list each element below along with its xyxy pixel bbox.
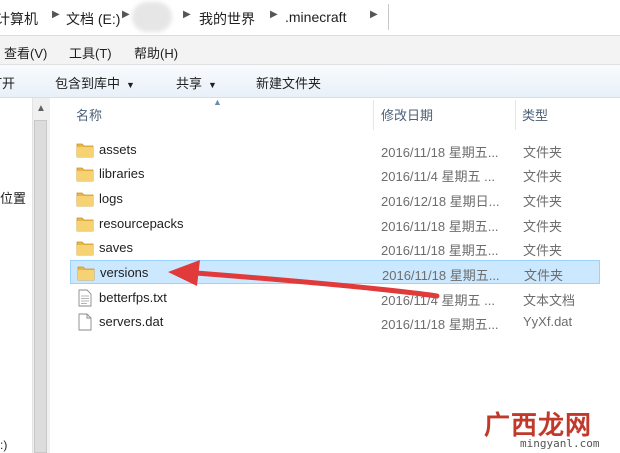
file-name: servers.dat (99, 314, 164, 329)
file-date: 2016/11/18 星期五... (381, 317, 499, 332)
file-type: 文本文档 (523, 293, 576, 308)
breadcrumb-computer[interactable]: 计算机 (0, 9, 38, 29)
chevron-down-icon: ▼ (208, 80, 217, 90)
file-name: assets (99, 142, 137, 157)
toolbar: 打开 包含到库中 ▼ 共享 ▼ 新建文件夹 (0, 65, 620, 98)
file-type: 文件夹 (523, 145, 563, 160)
share-button[interactable]: 共享 ▼ (176, 73, 217, 92)
file-date: 2016/11/18 星期五... (382, 268, 500, 283)
file-date: 2016/11/18 星期五... (381, 219, 499, 234)
file-date: 2016/11/18 星期五... (381, 243, 499, 258)
folder-icon (76, 143, 94, 158)
breadcrumb-separator-icon[interactable]: ▶ (122, 9, 130, 20)
file-date: 2016/11/4 星期五 ... (381, 169, 495, 184)
column-divider[interactable] (373, 100, 374, 130)
folder-icon (76, 241, 94, 256)
folder-icon (77, 266, 95, 281)
new-folder-button[interactable]: 新建文件夹 (256, 73, 321, 92)
column-header-date[interactable]: 修改日期 (381, 105, 433, 124)
breadcrumb-separator-icon[interactable]: ▶ (183, 9, 191, 20)
chevron-down-icon: ▼ (126, 80, 135, 90)
file-name: betterfps.txt (99, 290, 167, 305)
breadcrumb-my-world[interactable]: 我的世界 (199, 9, 255, 29)
breadcrumb-separator-icon[interactable]: ▶ (52, 9, 60, 20)
include-in-library-label: 包含到库中 (55, 76, 121, 91)
column-divider[interactable] (515, 100, 516, 130)
menu-tools[interactable]: 工具(T) (69, 43, 112, 62)
scroll-up-icon[interactable]: ▲ (36, 103, 46, 114)
table-row[interactable]: versions 2016/11/18 星期五... 文件夹 (70, 260, 600, 284)
blurred-region (132, 2, 172, 32)
table-row[interactable]: resourcepacks 2016/11/18 星期五... 文件夹 (70, 212, 600, 236)
file-type: 文件夹 (524, 268, 564, 283)
file-name: resourcepacks (99, 216, 184, 231)
open-button[interactable]: 打开 (0, 73, 15, 92)
nav-scrollbar-thumb[interactable] (34, 120, 47, 453)
file-type: 文件夹 (523, 243, 563, 258)
folder-icon (76, 217, 94, 232)
watermark-url: mingyanl.com (520, 437, 600, 450)
address-bar[interactable]: 计算机 ▶ 文档 (E:) ▶ ▶ 我的世界 ▶ .minecraft ▶ (0, 0, 620, 36)
file-type: YyXf.dat (523, 314, 573, 329)
file-date: 2016/11/18 星期五... (381, 145, 499, 160)
file-type: 文件夹 (523, 194, 563, 209)
file-date: 2016/11/4 星期五 ... (381, 293, 495, 308)
text-file-icon (78, 289, 92, 307)
column-header-name[interactable]: 名称 (76, 105, 102, 124)
file-name: libraries (99, 166, 145, 181)
column-header-type[interactable]: 类型 (522, 105, 548, 124)
menu-bar: 查看(V) 工具(T) 帮助(H) (0, 36, 620, 65)
folder-icon (76, 192, 94, 207)
menu-view[interactable]: 查看(V) (4, 43, 47, 62)
address-divider (388, 4, 389, 30)
file-type: 文件夹 (523, 169, 563, 184)
file-name: saves (99, 240, 133, 255)
file-type: 文件夹 (523, 219, 563, 234)
folder-icon (76, 167, 94, 182)
breadcrumb-minecraft[interactable]: .minecraft (285, 9, 346, 25)
table-row[interactable]: servers.dat 2016/11/18 星期五... YyXf.dat (70, 310, 600, 334)
breadcrumb-separator-icon[interactable]: ▶ (270, 9, 278, 20)
table-row[interactable]: logs 2016/12/18 星期日... 文件夹 (70, 187, 600, 211)
file-date: 2016/12/18 星期日... (381, 194, 500, 209)
nav-item-location[interactable]: 位置 (0, 188, 26, 207)
table-row[interactable]: libraries 2016/11/4 星期五 ... 文件夹 (70, 162, 600, 186)
table-row[interactable]: assets 2016/11/18 星期五... 文件夹 (70, 138, 600, 162)
menu-help[interactable]: 帮助(H) (134, 43, 178, 62)
include-in-library-button[interactable]: 包含到库中 ▼ (55, 73, 135, 92)
table-row[interactable]: betterfps.txt 2016/11/4 星期五 ... 文本文档 (70, 286, 600, 310)
breadcrumb-drive-e[interactable]: 文档 (E:) (66, 9, 120, 29)
share-label: 共享 (176, 76, 203, 91)
file-icon (78, 313, 92, 331)
breadcrumb-separator-icon[interactable]: ▶ (370, 9, 378, 20)
nav-item-drive[interactable]: :) (0, 438, 7, 452)
file-name: versions (100, 265, 149, 280)
file-name: logs (99, 191, 123, 206)
sort-ascending-icon: ▲ (213, 97, 222, 107)
table-row[interactable]: saves 2016/11/18 星期五... 文件夹 (70, 236, 600, 260)
